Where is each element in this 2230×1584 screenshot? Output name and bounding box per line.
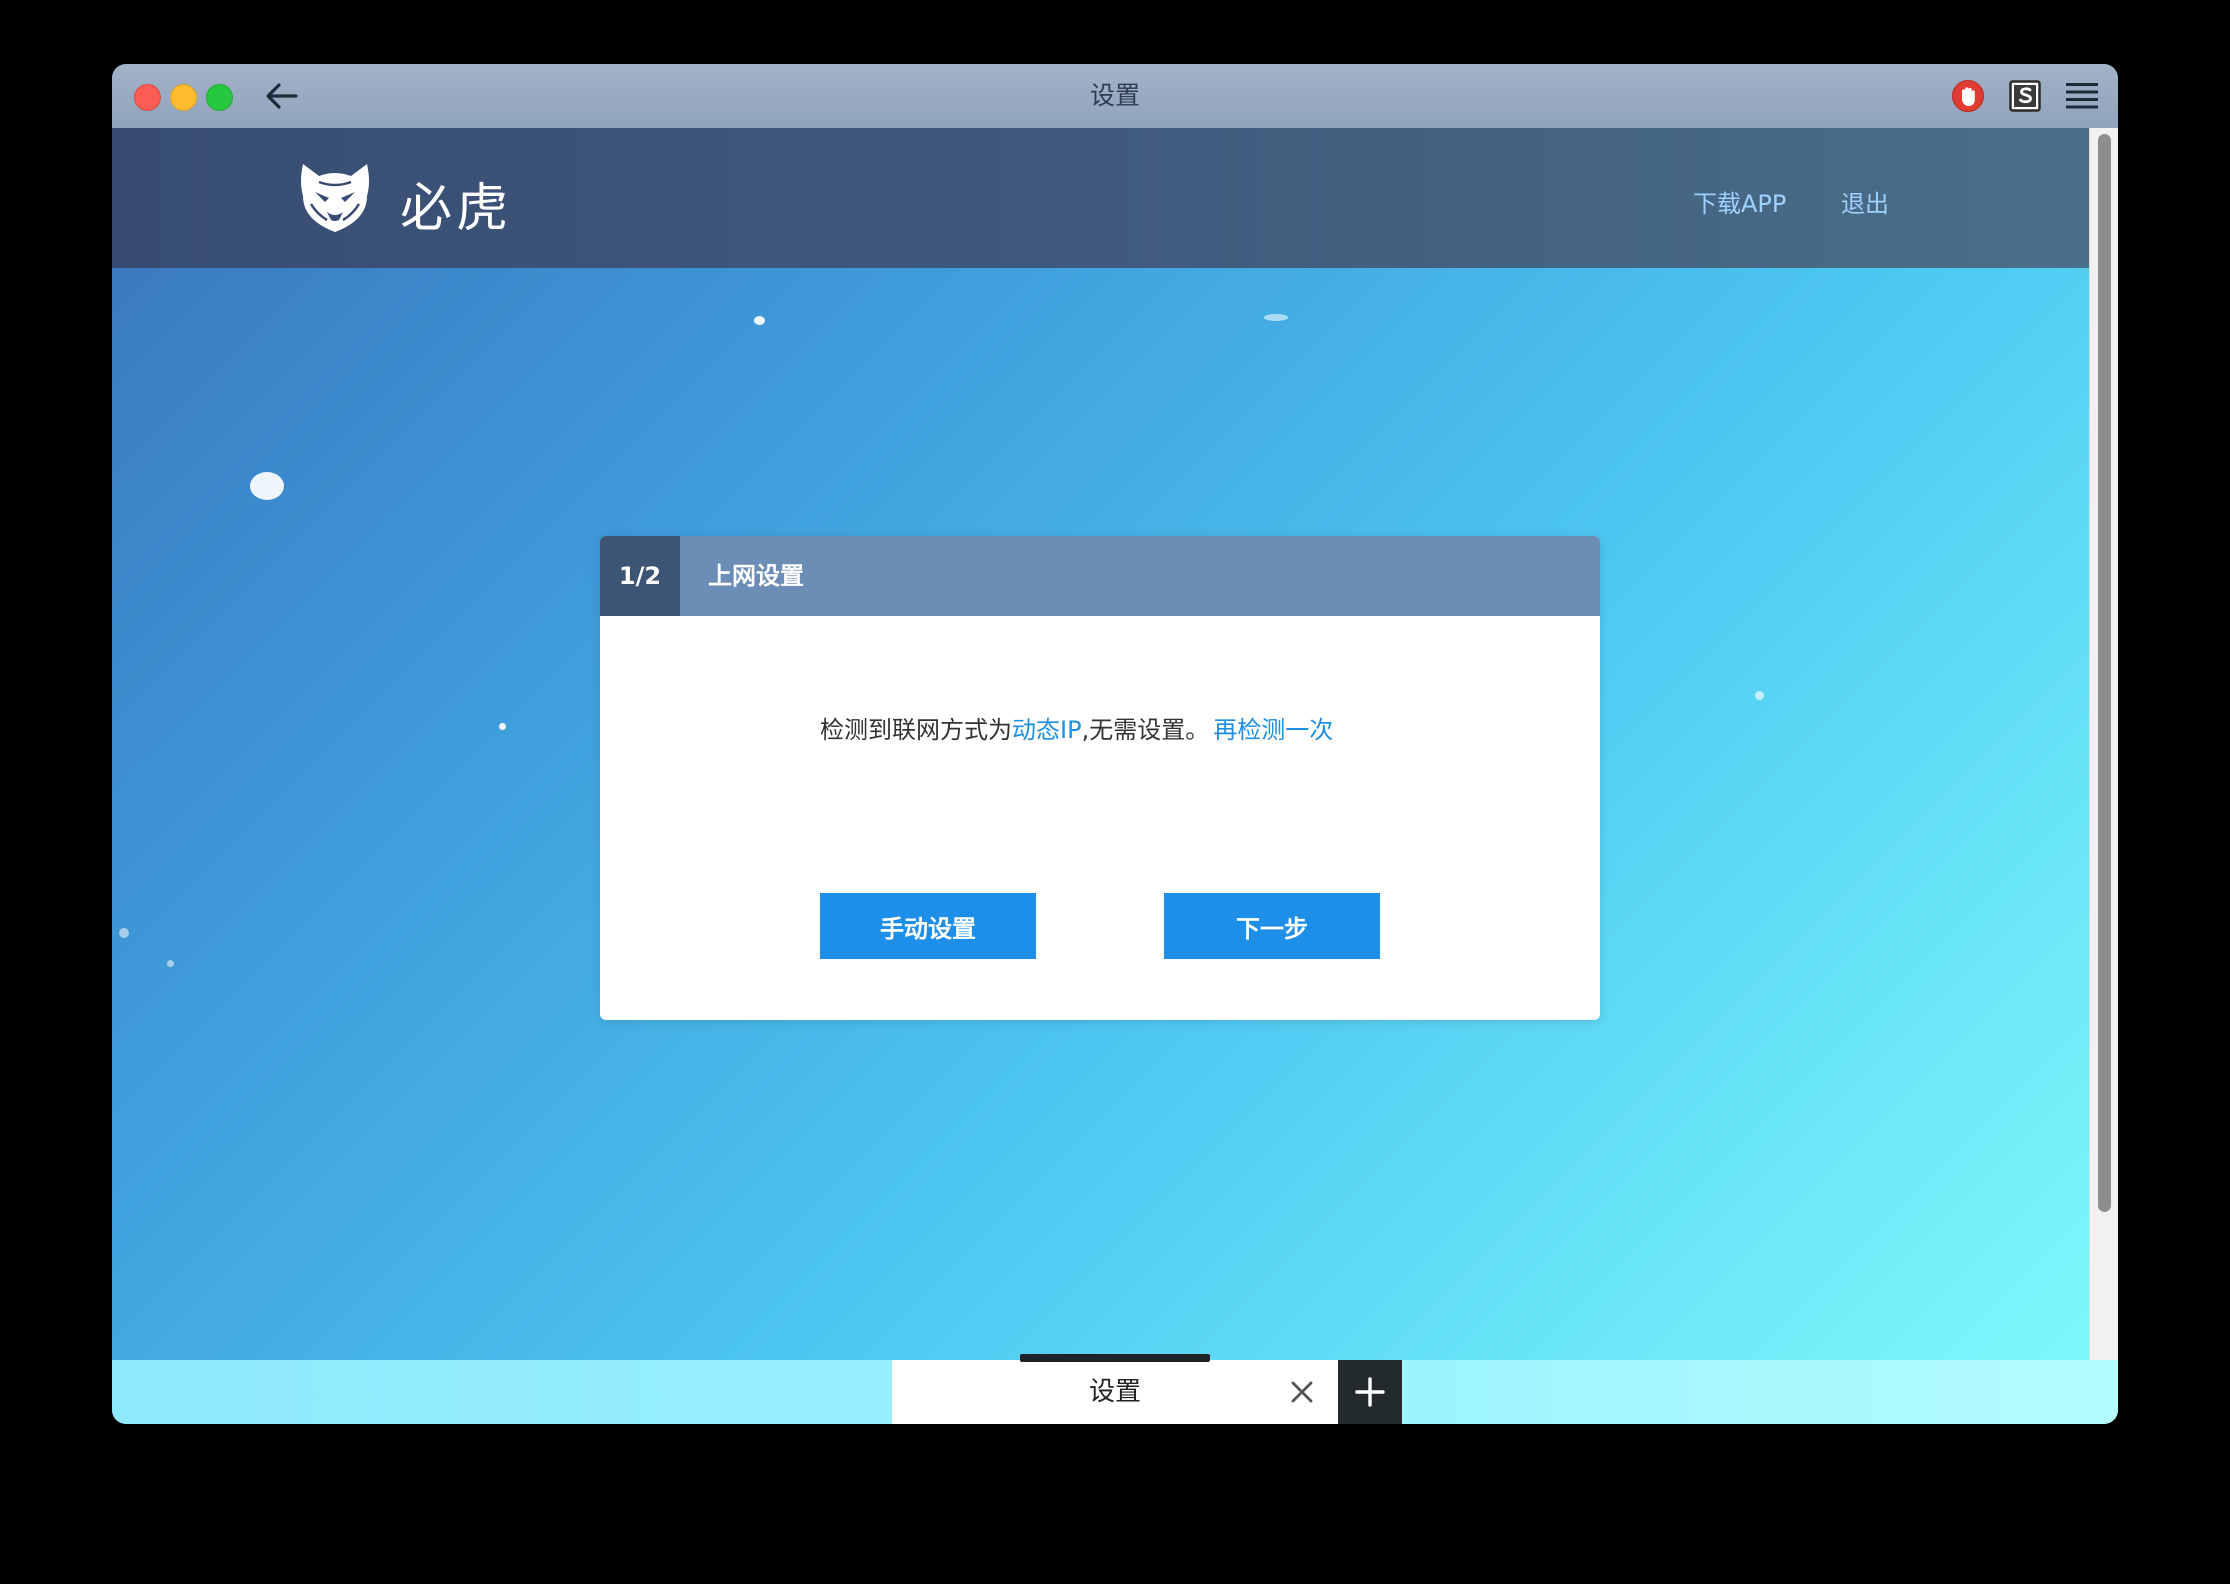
setup-card: 1/2 上网设置 检测到联网方式为动态IP,无需设置。 再检测一次 手动设置 下一… (600, 536, 1600, 1020)
tiger-logo-icon[interactable] (297, 160, 373, 236)
close-icon[interactable] (1284, 1374, 1320, 1410)
decor-dot (167, 960, 174, 967)
manual-setup-button[interactable]: 手动设置 (820, 893, 1036, 959)
window-title: 设置 (1089, 81, 1140, 110)
retry-detect-link[interactable]: 再检测一次 (1213, 716, 1333, 744)
decor-dot (250, 472, 284, 500)
title-bar: 设置 (112, 64, 2118, 129)
logout-link[interactable]: 退出 (1841, 184, 1889, 219)
hamburger-menu-icon[interactable] (2064, 78, 2100, 114)
decor-dot (1264, 314, 1288, 321)
step-indicator: 1/2 (600, 536, 680, 616)
decor-dot (499, 723, 506, 730)
tab-settings[interactable]: 设置 (892, 1354, 1338, 1424)
decor-dot (754, 316, 765, 325)
card-title: 上网设置 (708, 562, 804, 590)
browser-window: 设置 必虎 下载APP 退出 1/2 上网设置 检测到联网方式为动态IP,无需设… (112, 64, 2118, 1424)
detection-suffix: ,无需设置。 (1081, 716, 1210, 744)
site-logo-text: 必虎 (400, 179, 513, 239)
back-arrow-icon[interactable] (262, 78, 302, 114)
decor-dot (1755, 691, 1764, 700)
zoom-window-button[interactable] (206, 84, 233, 111)
detection-message: 检测到联网方式为动态IP,无需设置。 再检测一次 (820, 710, 1333, 745)
scrollbar-thumb[interactable] (2098, 134, 2111, 1212)
connection-mode: 动态IP (1012, 716, 1082, 744)
site-header: 必虎 下载APP 退出 (112, 128, 2089, 268)
web-page: 必虎 下载APP 退出 1/2 上网设置 检测到联网方式为动态IP,无需设置。再… (112, 128, 2089, 1424)
s-extension-icon[interactable] (2007, 78, 2043, 114)
decor-dot (119, 928, 129, 938)
tab-label: 设置 (1088, 1377, 1141, 1407)
close-window-button[interactable] (134, 84, 161, 111)
plus-icon[interactable] (1338, 1360, 1402, 1424)
detection-prefix: 检测到联网方式为 (820, 716, 1012, 744)
minimize-window-button[interactable] (170, 84, 197, 111)
next-step-button[interactable]: 下一步 (1164, 893, 1380, 959)
download-app-link[interactable]: 下载APP (1693, 184, 1786, 219)
scrollbar[interactable] (2089, 128, 2118, 1424)
stop-hand-icon[interactable] (1950, 78, 1986, 114)
card-header: 1/2 上网设置 (600, 536, 1600, 616)
